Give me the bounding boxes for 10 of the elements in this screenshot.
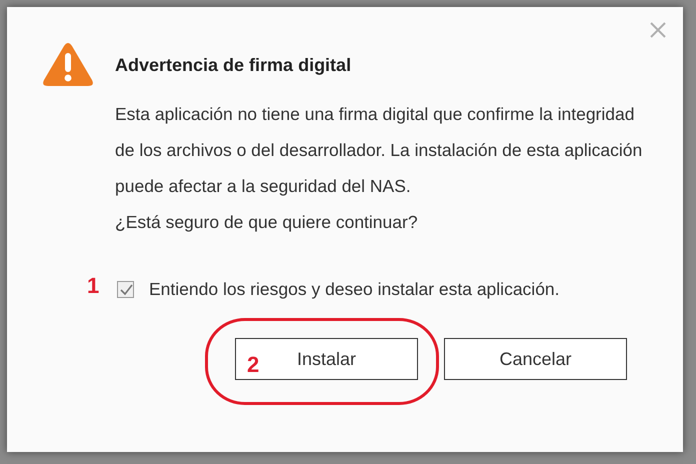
confirm-question: ¿Está seguro de que quiere continuar? [115, 211, 419, 234]
dialog-title: Advertencia de firma digital [115, 54, 352, 76]
warning-icon [42, 42, 94, 88]
cancel-button[interactable]: Cancelar [444, 338, 627, 380]
annotation-number: 2 [247, 352, 260, 378]
annotation-number: 1 [87, 272, 100, 298]
close-icon[interactable] [649, 21, 667, 39]
warning-message: Esta aplicación no tiene una firma digital que confirme la integridad de los archivos o del desarrollador. La instalación de esta aplicación puede afectar a la seguridad del NAS. [115, 103, 644, 198]
checkbox-label[interactable]: Entiendo los riesgos y deseo instalar esta aplicación. [149, 279, 560, 300]
checkbox[interactable] [117, 281, 134, 298]
